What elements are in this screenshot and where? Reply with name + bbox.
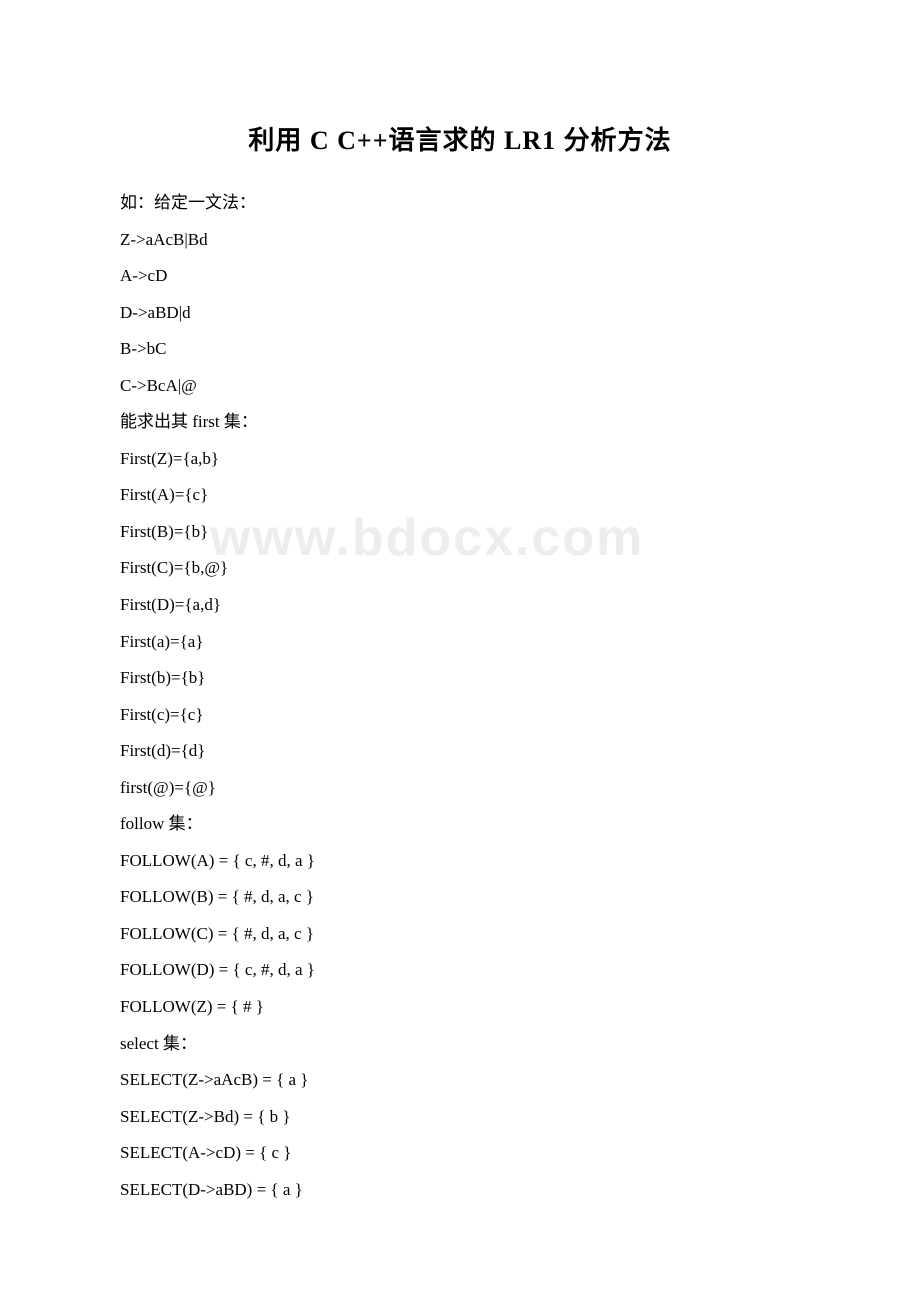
content-line: select 集： — [120, 1026, 800, 1063]
content-line: FOLLOW(D) = { c, #, d, a } — [120, 952, 800, 989]
content-line: First(a)={a} — [120, 624, 800, 661]
content-line: Z->aAcB|Bd — [120, 222, 800, 259]
document-page: www.bdocx.com 利用 C C++语言求的 LR1 分析方法 如：给定… — [0, 0, 920, 1268]
content-line: B->bC — [120, 331, 800, 368]
content-line: First(Z)={a,b} — [120, 441, 800, 478]
content-line: First(A)={c} — [120, 477, 800, 514]
content-line: first(@)={@} — [120, 770, 800, 807]
document-title: 利用 C C++语言求的 LR1 分析方法 — [120, 120, 800, 157]
content-line: First(C)={b,@} — [120, 550, 800, 587]
content-line: C->BcA|@ — [120, 368, 800, 405]
content-line: First(d)={d} — [120, 733, 800, 770]
content-line: FOLLOW(A) = { c, #, d, a } — [120, 843, 800, 880]
content-line: SELECT(A->cD) = { c } — [120, 1135, 800, 1172]
content-line: First(D)={a,d} — [120, 587, 800, 624]
content-line: FOLLOW(B) = { #, d, a, c } — [120, 879, 800, 916]
content-line: SELECT(Z->Bd) = { b } — [120, 1099, 800, 1136]
content-line: D->aBD|d — [120, 295, 800, 332]
content-line: First(B)={b} — [120, 514, 800, 551]
content-line: First(c)={c} — [120, 697, 800, 734]
content-line: FOLLOW(C) = { #, d, a, c } — [120, 916, 800, 953]
content-line: First(b)={b} — [120, 660, 800, 697]
content-line: A->cD — [120, 258, 800, 295]
content-line: 能求出其 first 集： — [120, 404, 800, 441]
content-line: SELECT(Z->aAcB) = { a } — [120, 1062, 800, 1099]
content-line: FOLLOW(Z) = { # } — [120, 989, 800, 1026]
content-line: follow 集： — [120, 806, 800, 843]
content-line: 如：给定一文法： — [120, 185, 800, 222]
content-line: SELECT(D->aBD) = { a } — [120, 1172, 800, 1209]
